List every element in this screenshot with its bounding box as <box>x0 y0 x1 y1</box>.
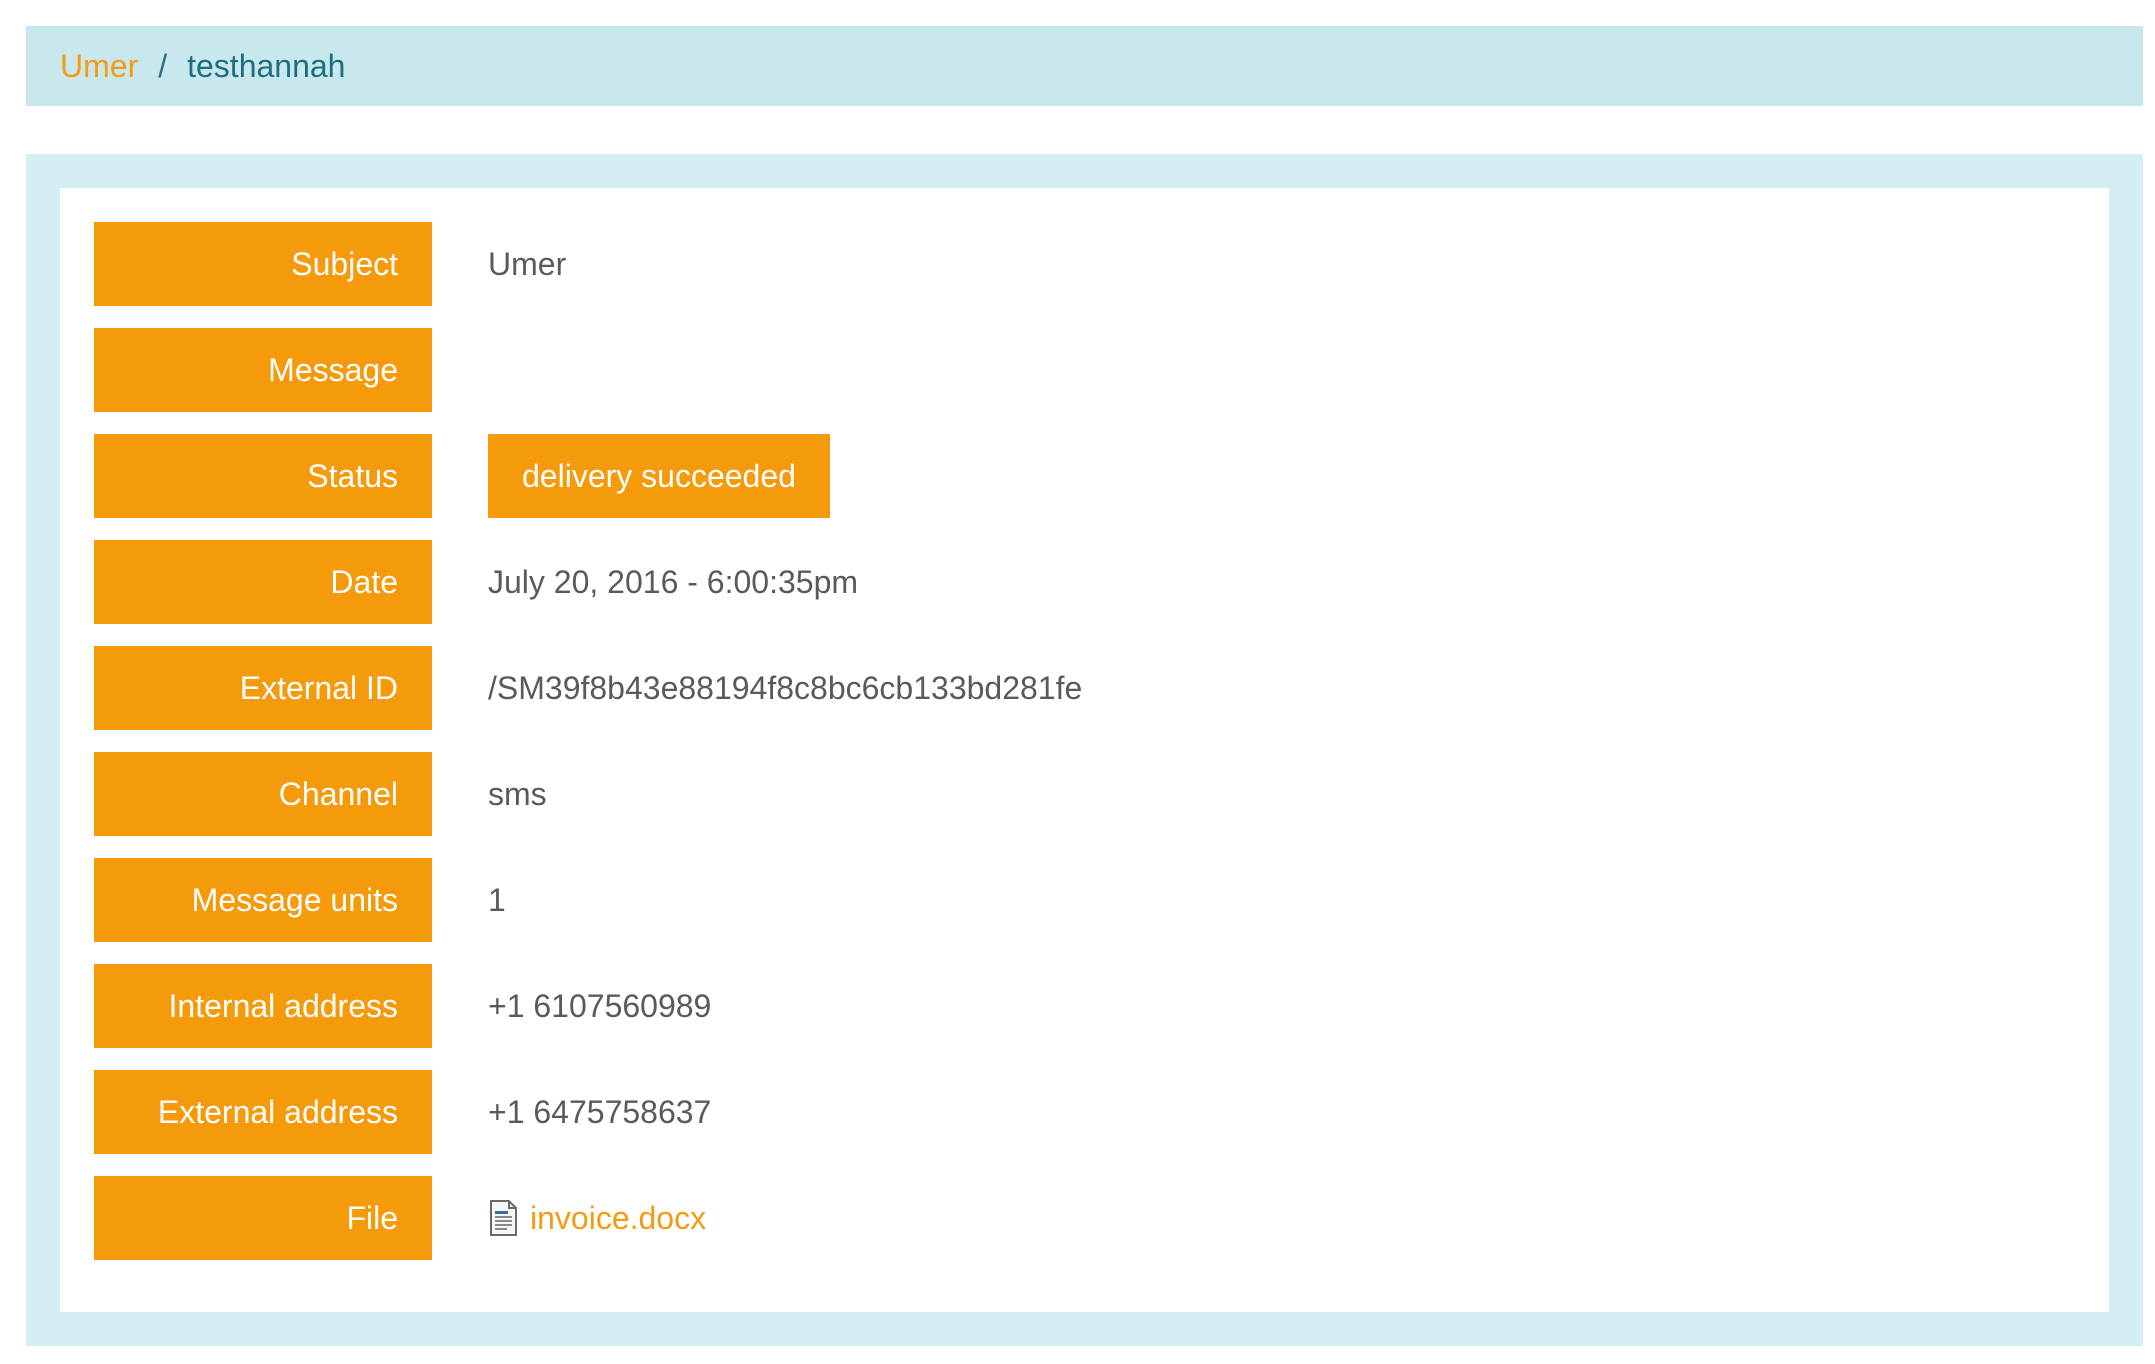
file-label: File <box>94 1176 432 1260</box>
detail-row-message-units: Message units 1 <box>94 858 2075 942</box>
status-badge: delivery succeeded <box>488 434 830 518</box>
subject-label: Subject <box>94 222 432 306</box>
breadcrumb-current: testhannah <box>187 47 346 84</box>
message-units-value: 1 <box>488 881 506 918</box>
detail-row-internal-address: Internal address +1 6107560989 <box>94 964 2075 1048</box>
detail-row-subject: Subject Umer <box>94 222 2075 306</box>
message-label: Message <box>94 328 432 412</box>
external-address-value: +1 6475758637 <box>488 1093 712 1130</box>
date-label: Date <box>94 540 432 624</box>
file-download-link[interactable]: invoice.docx <box>530 1200 706 1237</box>
breadcrumb-parent-link[interactable]: Umer <box>60 48 138 85</box>
detail-row-channel: Channel sms <box>94 752 2075 836</box>
internal-address-label: Internal address <box>94 964 432 1048</box>
file-value: invoice.docx <box>488 1200 706 1237</box>
detail-row-message: Message <box>94 328 2075 412</box>
breadcrumb-separator: / <box>158 47 168 84</box>
status-value-wrapper: delivery succeeded <box>488 434 830 518</box>
details-panel: Subject Umer Message Status delivery suc… <box>26 154 2143 1346</box>
detail-row-external-address: External address +1 6475758637 <box>94 1070 2075 1154</box>
detail-row-external-id: External ID /SM39f8b43e88194f8c8bc6cb133… <box>94 646 2075 730</box>
channel-label: Channel <box>94 752 432 836</box>
external-id-value: /SM39f8b43e88194f8c8bc6cb133bd281fe <box>488 669 1083 706</box>
breadcrumb: Umer / testhannah <box>26 26 2143 106</box>
date-value: July 20, 2016 - 6:00:35pm <box>488 563 859 600</box>
external-id-label: External ID <box>94 646 432 730</box>
detail-row-date: Date July 20, 2016 - 6:00:35pm <box>94 540 2075 624</box>
status-label: Status <box>94 434 432 518</box>
subject-value: Umer <box>488 245 567 282</box>
channel-value: sms <box>488 775 547 812</box>
internal-address-value: +1 6107560989 <box>488 987 712 1024</box>
detail-row-file: File invoice.docx <box>94 1176 2075 1260</box>
external-address-label: External address <box>94 1070 432 1154</box>
details-card: Subject Umer Message Status delivery suc… <box>60 188 2109 1312</box>
message-units-label: Message units <box>94 858 432 942</box>
detail-row-status: Status delivery succeeded <box>94 434 2075 518</box>
document-icon <box>488 1200 518 1236</box>
